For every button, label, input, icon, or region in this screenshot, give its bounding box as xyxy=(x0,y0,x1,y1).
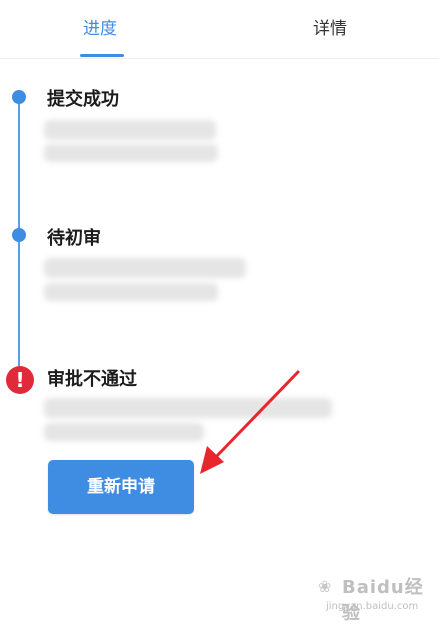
watermark-url: jingyan.baidu.com xyxy=(326,601,419,612)
watermark-brand: Baidu经验 xyxy=(342,577,424,624)
red-arrow-annotation xyxy=(200,370,300,474)
paw-logo-icon: ❀ xyxy=(318,577,332,596)
baidu-watermark: ❀ Baidu经验 jingyan.baidu.com xyxy=(318,573,428,624)
